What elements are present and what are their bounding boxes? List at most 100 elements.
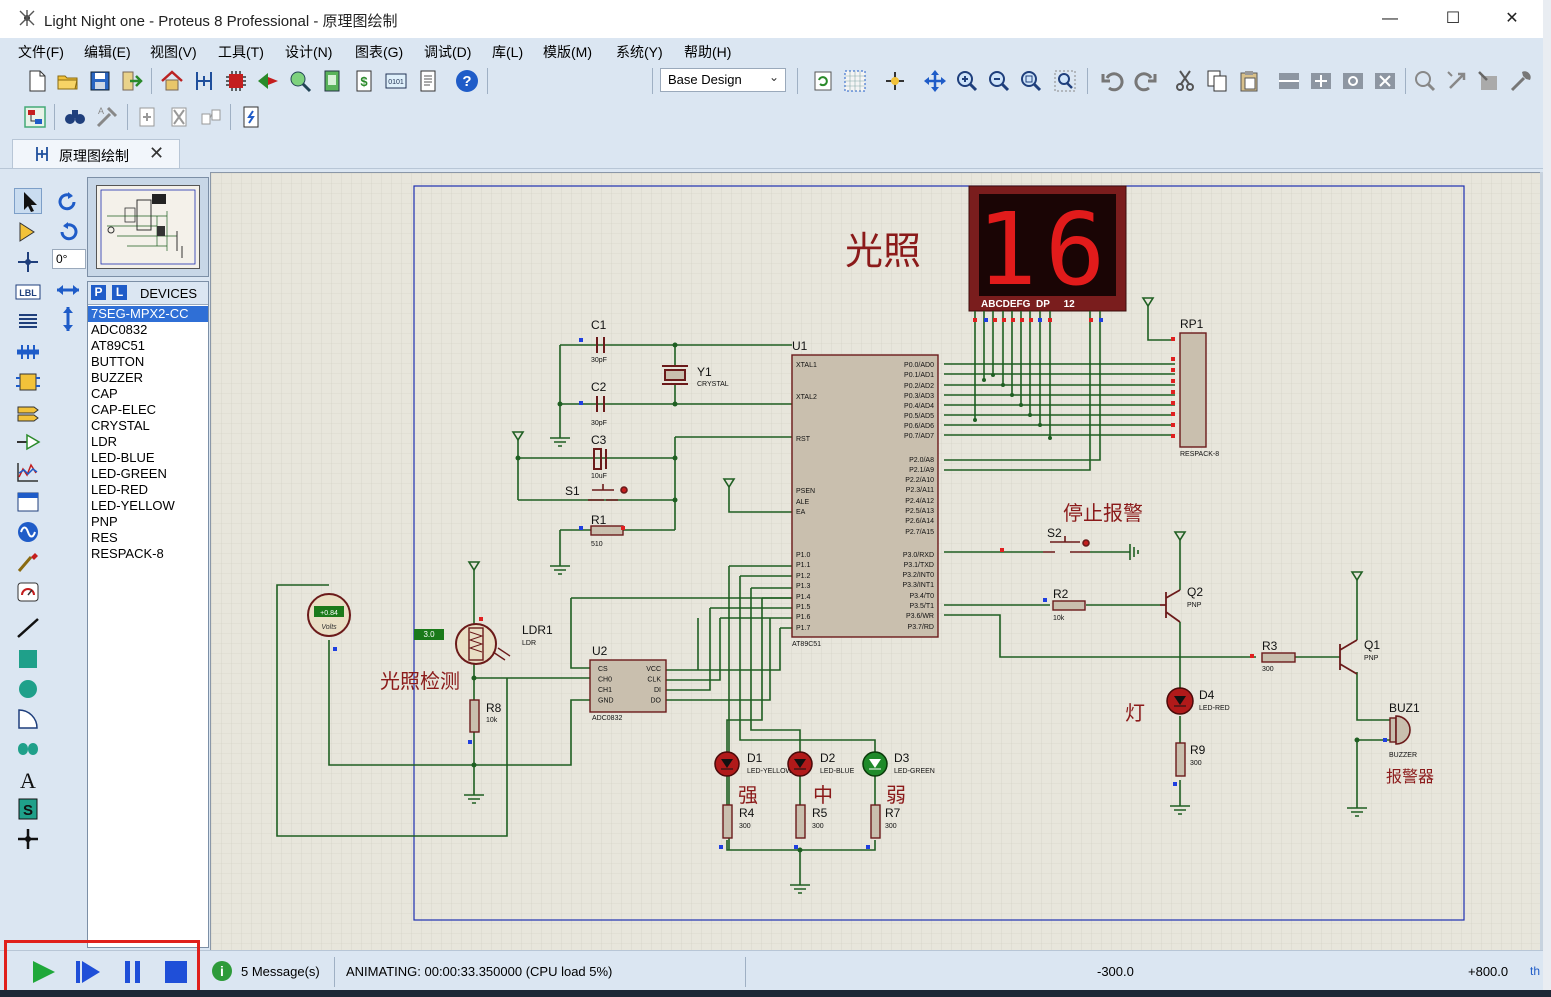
paste-icon[interactable] [1236,68,1262,94]
voltage-probe-icon[interactable] [14,549,42,575]
block-move-icon[interactable] [1308,68,1334,94]
rotate-clockwise-icon[interactable] [54,190,82,216]
hierarchy-icon[interactable] [22,104,48,130]
d2-led-blue[interactable] [787,751,813,777]
device-list-item[interactable]: LED-BLUE [88,450,208,466]
component-mode-icon[interactable] [14,219,42,245]
line-tool-icon[interactable] [14,615,42,641]
cut-icon[interactable] [1172,68,1198,94]
device-list-item[interactable]: BUTTON [88,354,208,370]
device-list-item[interactable]: AT89C51 [88,338,208,354]
buz1-buzzer[interactable] [1389,715,1411,745]
device-list-item[interactable]: LED-RED [88,482,208,498]
grid-toggle-icon[interactable] [842,68,868,94]
subcircuit-icon[interactable] [14,369,42,395]
pick-devices-button[interactable]: P [91,285,106,300]
r1-resistor[interactable] [590,525,624,536]
exit-to-parent-icon[interactable] [198,104,224,130]
refresh-icon[interactable] [810,68,836,94]
d4-led-red[interactable] [1166,687,1194,715]
box-tool-icon[interactable] [14,646,42,672]
notes-icon[interactable] [415,68,441,94]
menu-view[interactable]: 视图(V) [150,42,197,62]
overview-window[interactable] [87,177,209,277]
remove-sheet-icon[interactable] [166,104,192,130]
device-list-item[interactable]: RESPACK-8 [88,546,208,562]
generator-icon[interactable] [14,519,42,545]
schematic-capture-icon[interactable] [191,68,217,94]
virtual-instruments-icon[interactable] [14,579,42,605]
gerber-viewer-icon[interactable] [287,68,313,94]
tab-schematic-capture[interactable]: 原理图绘制 ✕ [12,139,180,168]
device-list-item[interactable]: CAP-ELEC [88,402,208,418]
circle-tool-icon[interactable] [14,676,42,702]
library-manager-button[interactable]: L [112,285,127,300]
r3-resistor[interactable] [1261,652,1296,663]
device-list-item[interactable]: RES [88,530,208,546]
menu-design[interactable]: 设计(N) [285,42,332,62]
block-rotate-icon[interactable] [1340,68,1366,94]
menu-library[interactable]: 库(L) [492,42,523,62]
r9-resistor[interactable] [1175,742,1186,777]
mirror-vertical-icon[interactable] [54,306,82,332]
text-script-icon[interactable] [14,309,42,335]
zoom-out-icon[interactable] [986,68,1012,94]
rotate-anticlockwise-icon[interactable] [54,220,82,246]
device-list-item[interactable]: CAP [88,386,208,402]
step-icon[interactable] [73,959,101,985]
zoom-in-icon[interactable] [954,68,980,94]
marker-tool-icon[interactable] [14,826,42,852]
menu-edit[interactable]: 编辑(E) [84,42,131,62]
info-icon[interactable]: i [212,961,232,981]
redo-icon[interactable] [1132,68,1158,94]
close-tab-icon[interactable]: ✕ [149,143,164,164]
r8-resistor[interactable] [469,699,480,733]
graph-mode-icon[interactable] [14,459,42,485]
d3-led-green[interactable] [862,751,888,777]
u1-microcontroller[interactable]: U1 AT89C51 XTAL1 XTAL2 RST PSEN ALE EA P1.0 P1.… [791,339,939,648]
symbol-tool-icon[interactable]: S [14,796,42,822]
home-icon[interactable] [159,68,185,94]
decompose-icon[interactable] [1508,68,1534,94]
packaging-tool-icon[interactable] [1476,68,1502,94]
schematic-canvas[interactable]: 16 ABCDEFG DP 12 光照 U1 AT89C51 XTAL1 XTA… [210,172,1542,952]
menu-system[interactable]: 系统(Y) [616,42,663,62]
design-explorer-icon[interactable] [319,68,345,94]
new-file-icon[interactable] [24,68,50,94]
pause-icon[interactable] [119,959,147,985]
menu-template[interactable]: 模版(M) [543,42,592,62]
device-list-item[interactable]: ADC0832 [88,322,208,338]
text-tool-icon[interactable]: A [14,766,42,793]
pcb-layout-icon[interactable] [223,68,249,94]
origin-icon[interactable] [882,68,908,94]
r5-resistor[interactable] [795,804,806,839]
device-list-item[interactable]: LDR [88,434,208,450]
menu-file[interactable]: 文件(F) [18,42,64,62]
terminals-icon[interactable] [14,399,42,425]
3d-viewer-icon[interactable] [255,68,281,94]
property-assignment-icon[interactable]: A [94,104,120,130]
mirror-horizontal-icon[interactable] [54,277,82,303]
messages-count[interactable]: 5 Message(s) [241,964,320,979]
minimize-button[interactable]: — [1368,6,1412,32]
r7-resistor[interactable] [870,804,881,839]
make-device-icon[interactable] [1444,68,1470,94]
seven-segment-display[interactable]: 16 ABCDEFG DP 12 [968,185,1127,312]
zoom-area-icon[interactable] [1052,68,1078,94]
pan-icon[interactable] [922,68,948,94]
block-copy-icon[interactable] [1276,68,1302,94]
open-folder-icon[interactable] [55,68,81,94]
pick-parts-icon[interactable] [1412,68,1438,94]
r2-resistor[interactable] [1052,600,1086,611]
device-list-item[interactable]: BUZZER [88,370,208,386]
search-tag-icon[interactable] [62,104,88,130]
voltmeter[interactable]: +0.84 Volts [307,593,351,637]
save-icon[interactable] [87,68,113,94]
device-list-item[interactable]: CRYSTAL [88,418,208,434]
import-icon[interactable] [118,68,144,94]
maximize-button[interactable]: ☐ [1431,6,1475,32]
menu-tools[interactable]: 工具(T) [218,42,264,62]
help-icon[interactable]: ? [454,68,480,94]
arc-tool-icon[interactable] [14,706,42,732]
stop-icon[interactable] [162,959,190,985]
